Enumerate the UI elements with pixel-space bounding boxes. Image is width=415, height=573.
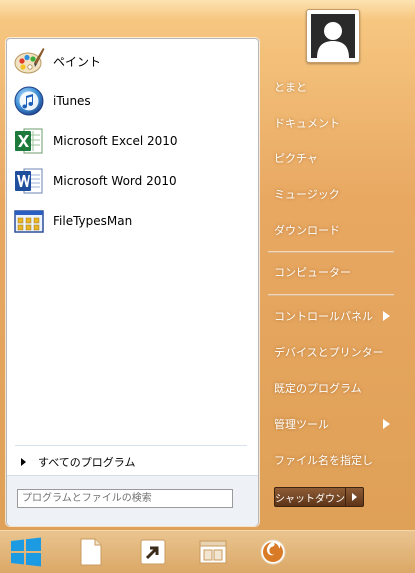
link-label: コントロールパネル (274, 310, 373, 323)
firefox-icon (260, 539, 286, 565)
submenu-arrow-icon (383, 419, 390, 429)
programs-panel: ペイント iTunes Microsoft Excel 2010 Microso… (6, 38, 259, 526)
link-label: ダウンロード (274, 224, 340, 237)
all-programs-label: すべてのプログラム (38, 456, 136, 469)
link-user-folder[interactable]: とまと (268, 74, 396, 100)
program-label: FileTypesMan (53, 214, 133, 228)
program-item-paint[interactable]: ペイント (11, 43, 251, 79)
program-item-itunes[interactable]: iTunes (11, 83, 251, 119)
taskbar-item-shortcut[interactable] (136, 536, 170, 568)
all-programs-button[interactable]: すべてのプログラム (15, 449, 247, 475)
link-label: とまと (274, 81, 307, 94)
taskbar-item-document[interactable] (74, 536, 108, 568)
link-computer[interactable]: コンピューター (268, 259, 396, 285)
link-label: 管理ツール (274, 418, 329, 431)
link-control-panel[interactable]: コントロールパネル (268, 303, 396, 329)
user-avatar-icon (311, 14, 355, 58)
program-item-excel[interactable]: Microsoft Excel 2010 (11, 123, 251, 159)
divider (15, 445, 247, 446)
shortcut-icon (140, 539, 166, 565)
shutdown-button[interactable]: シャットダウン (274, 487, 346, 507)
shutdown-options-button[interactable] (346, 487, 364, 507)
link-downloads[interactable]: ダウンロード (268, 217, 396, 243)
program-item-filetypesman[interactable]: FileTypesMan (11, 203, 251, 239)
link-label: ドキュメント (274, 117, 340, 130)
user-avatar[interactable] (306, 9, 360, 63)
search-area (7, 475, 258, 526)
start-menu: ペイント iTunes Microsoft Excel 2010 Microso… (0, 0, 415, 530)
excel-icon (15, 128, 43, 154)
link-label: ファイル名を指定し (274, 454, 373, 467)
link-default-programs[interactable]: 既定のプログラム (268, 375, 396, 401)
start-button[interactable] (6, 536, 46, 568)
document-icon (80, 538, 102, 566)
link-label: ミュージック (274, 188, 340, 201)
divider (268, 251, 394, 253)
filetypesman-icon (14, 210, 44, 233)
link-devices-printers[interactable]: デバイスとプリンター (268, 339, 396, 365)
program-label: Microsoft Word 2010 (53, 174, 177, 188)
taskbar-item-firefox[interactable] (256, 536, 290, 568)
link-label: コンピューター (274, 266, 351, 279)
link-pictures[interactable]: ピクチャ (268, 145, 396, 171)
divider (268, 294, 394, 296)
submenu-arrow-icon (383, 311, 390, 321)
link-label: デバイスとプリンター (274, 346, 384, 359)
program-label: ペイント (53, 54, 102, 69)
word-icon (15, 168, 43, 194)
windows-logo-icon (11, 537, 41, 567)
link-documents[interactable]: ドキュメント (268, 110, 396, 136)
taskbar-item-window[interactable] (196, 536, 230, 568)
itunes-icon (14, 86, 44, 116)
paint-icon (14, 48, 45, 74)
link-run[interactable]: ファイル名を指定し (268, 447, 396, 473)
program-label: iTunes (53, 94, 91, 108)
window-icon (199, 540, 227, 564)
search-input[interactable] (17, 489, 233, 508)
link-music[interactable]: ミュージック (268, 181, 396, 207)
link-admin-tools[interactable]: 管理ツール (268, 411, 396, 437)
expand-arrow-icon (21, 458, 26, 466)
link-label: ピクチャ (274, 152, 318, 165)
program-item-word[interactable]: Microsoft Word 2010 (11, 163, 251, 199)
shutdown-control: シャットダウン (274, 487, 370, 507)
taskbar (0, 530, 415, 573)
program-label: Microsoft Excel 2010 (53, 134, 178, 148)
link-label: 既定のプログラム (274, 382, 362, 395)
